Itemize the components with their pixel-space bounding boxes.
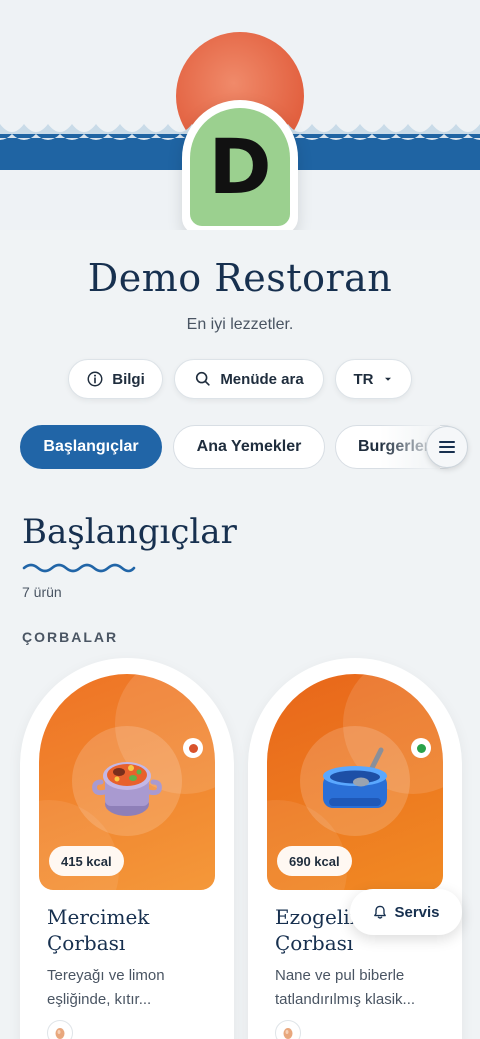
diet-indicator — [183, 738, 203, 758]
language-selector[interactable]: TR — [335, 359, 412, 399]
logo-badge: D — [190, 108, 290, 226]
info-icon — [87, 371, 103, 387]
allergen-icon — [275, 1020, 301, 1039]
item-description: Tereyağı ve limon eşliğinde, kıtır... — [47, 967, 165, 1008]
menu-search-button[interactable]: Menüde ara — [174, 359, 324, 399]
allergen-icon — [47, 1020, 73, 1039]
caret-down-icon — [384, 377, 391, 381]
logo-letter: D — [208, 122, 272, 211]
hero-banner: D — [0, 0, 480, 230]
bell-icon — [374, 905, 387, 919]
item-name: Mercimek Çorbası — [47, 905, 150, 955]
category-menu-button[interactable] — [426, 426, 468, 468]
tab-baslangiclar[interactable]: Başlangıçlar — [20, 425, 162, 469]
item-description: Nane ve pul biberle tatlandırılmış klasi… — [275, 967, 416, 1008]
diet-indicator — [411, 738, 431, 758]
restaurant-name: Demo Restoran — [87, 256, 393, 300]
item-image: 690 kcal — [267, 674, 443, 890]
menu-search-label: Menüde ara — [220, 370, 304, 388]
call-waiter-label: Servis — [394, 903, 440, 921]
tab-ana-yemekler[interactable]: Ana Yemekler — [173, 425, 325, 469]
info-button[interactable]: Bilgi — [68, 359, 163, 399]
soup-pot-icon — [92, 762, 162, 816]
kcal-badge: 690 kcal — [277, 846, 352, 876]
info-button-label: Bilgi — [112, 370, 145, 388]
item-image: 415 kcal — [39, 674, 215, 890]
language-label: TR — [353, 370, 374, 388]
menu-item-card[interactable]: 415 kcal Mercimek Çorbası Tereyağı ve li… — [20, 658, 234, 1039]
item-count: 7 ürün — [22, 584, 62, 600]
restaurant-tagline: En iyi lezzetler. — [186, 316, 294, 333]
section-title: Başlangıçlar — [22, 512, 237, 552]
subcategory-heading: ÇORBALAR — [22, 629, 119, 645]
call-waiter-button[interactable]: Servis — [350, 889, 462, 935]
squiggle-divider — [22, 563, 136, 573]
search-icon — [196, 371, 210, 386]
kcal-badge: 415 kcal — [49, 846, 124, 876]
hamburger-icon — [439, 441, 455, 453]
menu-item-card[interactable]: 690 kcal Ezogelin Çorbası Nane ve pul bi… — [248, 658, 462, 1039]
restaurant-logo: D — [182, 100, 298, 230]
bowl-icon — [323, 747, 387, 808]
